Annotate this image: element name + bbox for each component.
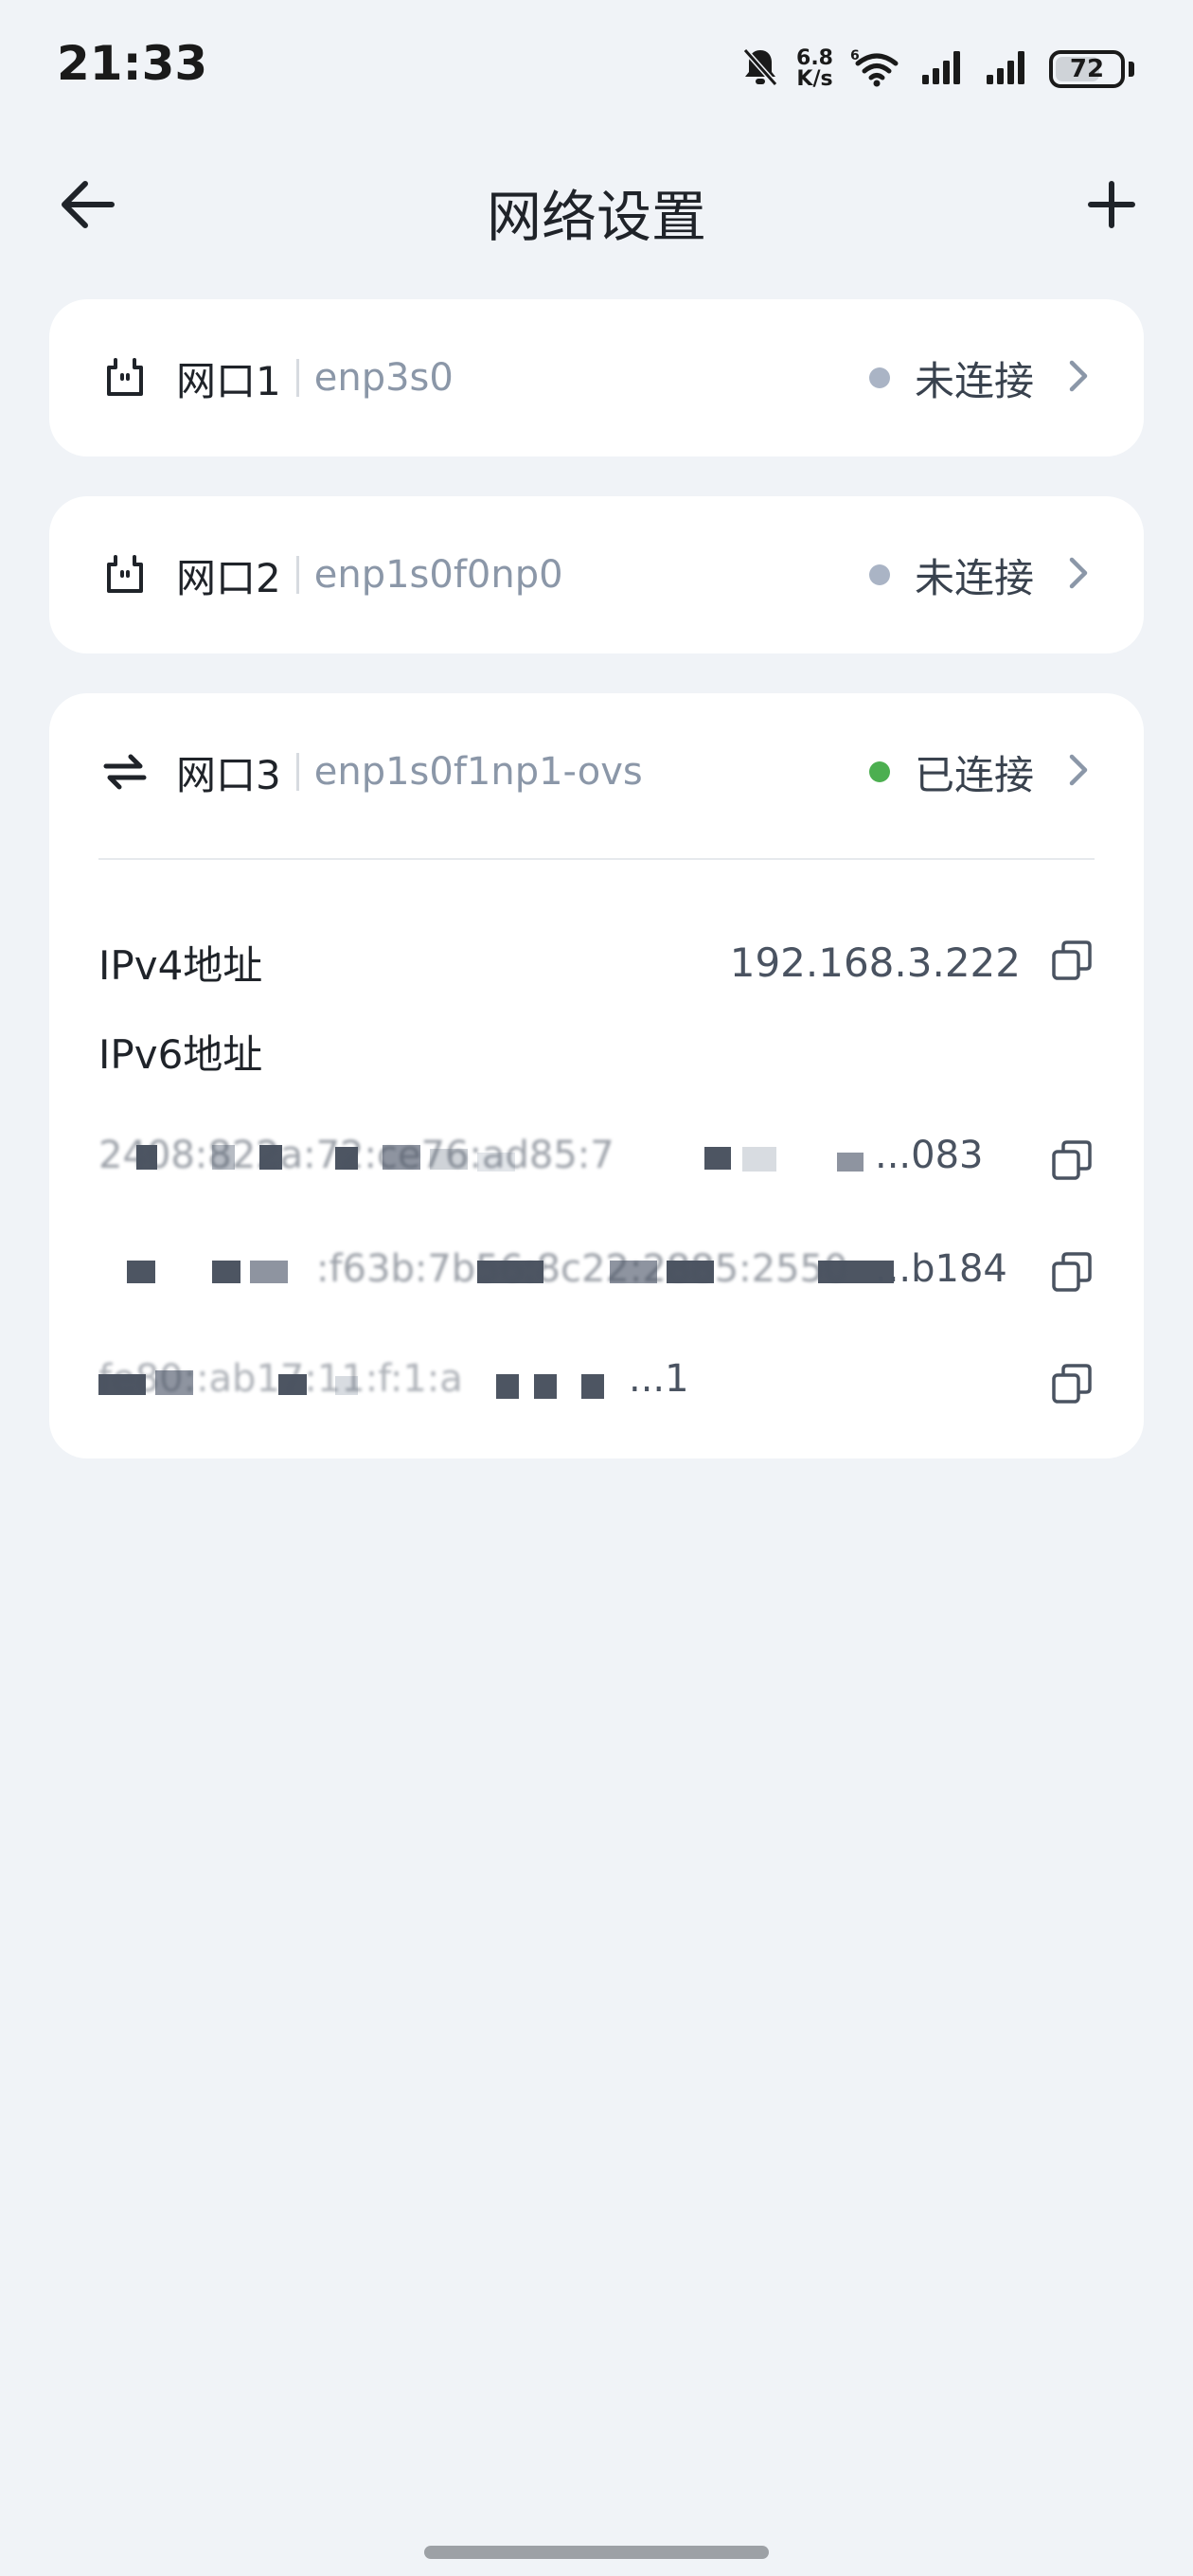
signal-icon (920, 48, 968, 90)
header: 网络设置 (0, 152, 1193, 256)
wifi-icon: 6 (850, 46, 903, 92)
port-name: 网口3 (176, 751, 281, 798)
copy-icon (1051, 1139, 1093, 1185)
ipv6-value-redacted: :f63b:7b56:8c22:2885:2550 ...b184 (98, 1245, 1049, 1302)
port-card-3: 网口3 enp1s0f1np1-ovs 已连接 IPv4地址 192.168.3… (49, 693, 1144, 1458)
port-card-2: 网口2 enp1s0f0np0 未连接 (49, 496, 1144, 653)
bell-off-icon (741, 46, 779, 92)
ethernet-port-icon (100, 353, 150, 402)
port-card-1: 网口1 enp3s0 未连接 (49, 299, 1144, 456)
status-dot (868, 564, 890, 585)
port-device: enp3s0 (313, 356, 454, 400)
copy-icon (1051, 939, 1093, 985)
chevron-right-icon (1064, 554, 1093, 596)
battery-tip (1129, 62, 1134, 77)
chevron-right-icon (1064, 751, 1093, 793)
signal-icon (985, 48, 1032, 90)
status-time: 21:33 (57, 36, 208, 91)
port-status: 未连接 (868, 349, 1093, 407)
ethernet-port-icon (100, 550, 150, 599)
status-text: 未连接 (914, 554, 1034, 601)
plus-icon (1087, 180, 1136, 233)
status-dot (868, 367, 890, 388)
copy-icon (1051, 1363, 1093, 1408)
screen: 21:33 6.8 K/s 6 72 网络设置 网口1 enp3s0 未连接 网… (0, 0, 1193, 2576)
status-text: 已连接 (914, 751, 1034, 798)
status-dot (868, 761, 890, 782)
status-icons: 6.8 K/s 6 72 (741, 42, 1134, 97)
net-speed: 6.8 K/s (796, 48, 833, 90)
chevron-right-icon (1064, 357, 1093, 399)
transfer-arrows-icon (100, 747, 150, 796)
copy-ipv6-button[interactable] (1049, 1251, 1095, 1297)
ipv6-entry: fe80::ab17:11:f:1:a ...1 (49, 1330, 1144, 1441)
home-indicator[interactable] (424, 2546, 769, 2559)
ipv6-fragment: ...1 (629, 1357, 689, 1401)
port-separator (295, 556, 299, 594)
ipv6-value-redacted: 2408:822a:72:ce76:ad85:7 ...083 (98, 1134, 984, 1177)
ipv6-label: IPv6地址 (98, 1030, 263, 1078)
port-device: enp1s0f1np1-ovs (313, 750, 643, 794)
port-status: 未连接 (868, 546, 1093, 604)
ipv6-value-redacted: fe80::ab17:11:f:1:a ...1 (98, 1357, 689, 1401)
ipv6-fragment: ...b184 (875, 1247, 1007, 1291)
copy-ipv6-button[interactable] (1049, 1139, 1095, 1185)
copy-ipv6-button[interactable] (1049, 1363, 1095, 1408)
copy-icon (1051, 1251, 1093, 1297)
port-name: 网口2 (176, 554, 281, 601)
ipv6-fragment: ...083 (875, 1134, 984, 1177)
port-row-3[interactable]: 网口3 enp1s0f1np1-ovs 已连接 (49, 693, 1144, 850)
net-speed-value: 6.8 (796, 46, 833, 70)
port-status: 已连接 (868, 743, 1093, 801)
port-separator (295, 753, 299, 791)
ipv6-row: IPv6地址 (49, 1013, 1144, 1089)
add-button[interactable] (1074, 169, 1149, 244)
status-text: 未连接 (914, 357, 1034, 404)
copy-ipv4-button[interactable] (1049, 939, 1095, 985)
battery-level: 72 (1069, 55, 1105, 83)
status-bar: 21:33 6.8 K/s 6 72 (0, 0, 1193, 133)
port-name: 网口1 (176, 357, 281, 404)
port-device: enp1s0f0np0 (313, 553, 563, 597)
ipv4-row: IPv4地址 192.168.3.222 (49, 907, 1144, 1017)
port-row-2[interactable]: 网口2 enp1s0f0np0 未连接 (49, 496, 1144, 653)
divider (98, 858, 1095, 860)
ipv6-entry: 2408:822a:72:ce76:ad85:7 ...083 (49, 1106, 1144, 1218)
ipv4-value: 192.168.3.222 (729, 939, 1021, 986)
page-title: 网络设置 (486, 185, 706, 249)
port-separator (295, 359, 299, 397)
ipv6-entry: :f63b:7b56:8c22:2885:2550 ...b184 (49, 1218, 1144, 1330)
port-row-1[interactable]: 网口1 enp3s0 未连接 (49, 299, 1144, 456)
battery-icon: 72 (1049, 50, 1125, 88)
net-speed-unit: K/s (796, 67, 833, 91)
ipv4-label: IPv4地址 (98, 941, 263, 989)
